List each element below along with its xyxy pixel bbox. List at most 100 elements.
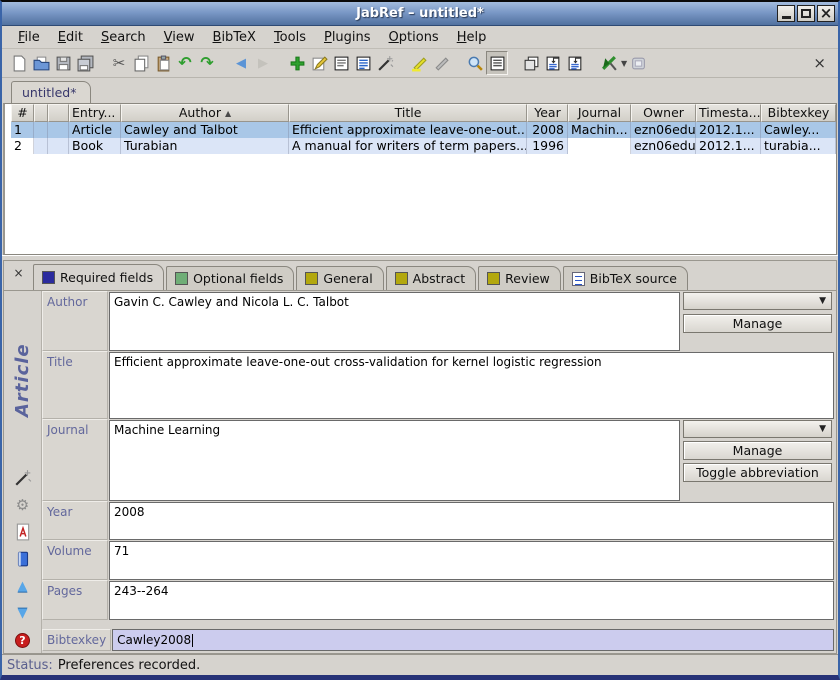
gear-icon[interactable]: ⚙ bbox=[14, 496, 32, 514]
minimize-button[interactable] bbox=[777, 5, 795, 22]
cell-number[interactable]: 2 bbox=[11, 138, 34, 154]
column-header-author[interactable]: Author ▲ bbox=[121, 104, 289, 122]
volume-field[interactable]: 71 bbox=[109, 541, 834, 580]
help-icon[interactable]: ? bbox=[14, 631, 32, 649]
forward-icon[interactable]: ▶ bbox=[252, 51, 274, 75]
cleanup-wand-icon[interactable] bbox=[374, 51, 396, 75]
tab-bibtex-source[interactable]: BibTeX source bbox=[563, 266, 688, 290]
author-name-format-combobox[interactable]: ▼ bbox=[683, 292, 832, 310]
table-row-2[interactable]: 2 Book Turabian A manual for writers of … bbox=[11, 138, 836, 154]
column-header-timestamp[interactable]: Timesta... bbox=[696, 104, 761, 122]
menu-view[interactable]: View bbox=[156, 28, 203, 47]
pdf-icon[interactable] bbox=[14, 523, 32, 541]
cell-journal[interactable] bbox=[568, 138, 631, 154]
edit-entry-icon[interactable] bbox=[308, 51, 330, 75]
toggle-abbreviation-button[interactable]: Toggle abbreviation bbox=[683, 463, 832, 482]
menu-search[interactable]: Search bbox=[93, 28, 154, 47]
cell-title[interactable]: A manual for writers of term papers... bbox=[289, 138, 527, 154]
cell-year[interactable]: 1996 bbox=[527, 138, 568, 154]
import-into-database-icon[interactable] bbox=[564, 51, 586, 75]
edit-strings-icon[interactable] bbox=[352, 51, 374, 75]
paste-icon[interactable] bbox=[152, 51, 174, 75]
cell-year[interactable]: 2008 bbox=[527, 122, 568, 138]
cell-author[interactable]: Cawley and Talbot bbox=[121, 122, 289, 138]
preview-entry-icon[interactable] bbox=[330, 51, 352, 75]
column-header-icon1[interactable] bbox=[34, 104, 48, 122]
close-button[interactable]: × bbox=[817, 5, 835, 22]
new-database-icon[interactable] bbox=[8, 51, 30, 75]
cell-bibtexkey[interactable]: Cawley... bbox=[761, 122, 836, 138]
new-entry-icon[interactable] bbox=[286, 51, 308, 75]
column-header-year[interactable]: Year bbox=[527, 104, 568, 122]
cell-author[interactable]: Turabian bbox=[121, 138, 289, 154]
menu-help[interactable]: Help bbox=[449, 28, 495, 47]
cell-icon1[interactable] bbox=[34, 122, 48, 138]
undo-icon[interactable]: ↶ bbox=[174, 51, 196, 75]
maximize-button[interactable] bbox=[797, 5, 815, 22]
pages-field[interactable]: 243--264 bbox=[109, 581, 834, 620]
copy-icon[interactable] bbox=[130, 51, 152, 75]
tab-required-fields[interactable]: Required fields bbox=[33, 264, 164, 290]
column-header-owner[interactable]: Owner bbox=[631, 104, 696, 122]
database-tab-untitled[interactable]: untitled* bbox=[11, 81, 91, 103]
cell-number[interactable]: 1 bbox=[11, 122, 34, 138]
export-icon[interactable] bbox=[627, 51, 649, 75]
cell-owner[interactable]: ezn06edu bbox=[631, 122, 696, 138]
autogenerate-wand-icon[interactable] bbox=[14, 469, 32, 487]
cell-icon2[interactable] bbox=[48, 122, 69, 138]
previous-entry-icon[interactable]: ▲ bbox=[14, 577, 32, 595]
menu-bibtex[interactable]: BibTeX bbox=[205, 28, 264, 47]
menu-options[interactable]: Options bbox=[381, 28, 447, 47]
cell-journal[interactable]: Machin... bbox=[568, 122, 631, 138]
search-icon[interactable] bbox=[464, 51, 486, 75]
menu-file[interactable]: File bbox=[10, 28, 48, 47]
column-header-title[interactable]: Title bbox=[289, 104, 527, 122]
cell-owner[interactable]: ezn06edu bbox=[631, 138, 696, 154]
author-manage-button[interactable]: Manage bbox=[683, 314, 832, 333]
author-field[interactable]: Gavin C. Cawley and Nicola L. C. Talbot bbox=[109, 292, 680, 351]
bibtexkey-field[interactable]: Cawley2008 bbox=[112, 629, 834, 651]
cut-icon[interactable]: ✂ bbox=[108, 51, 130, 75]
redo-icon[interactable]: ↷ bbox=[196, 51, 218, 75]
cell-entrytype[interactable]: Book bbox=[69, 138, 121, 154]
tab-review[interactable]: Review bbox=[478, 266, 561, 290]
save-database-icon[interactable] bbox=[52, 51, 74, 75]
cell-icon2[interactable] bbox=[48, 138, 69, 154]
menu-tools[interactable]: Tools bbox=[266, 28, 314, 47]
column-header-number[interactable]: # bbox=[11, 104, 34, 122]
column-header-bibtexkey[interactable]: Bibtexkey bbox=[761, 104, 836, 122]
next-entry-icon[interactable]: ▼ bbox=[14, 604, 32, 622]
editor-close-button[interactable]: × bbox=[10, 265, 27, 281]
push-to-lyx-icon[interactable] bbox=[598, 51, 620, 75]
cell-timestamp[interactable]: 2012.1... bbox=[696, 122, 761, 138]
cell-timestamp[interactable]: 2012.1... bbox=[696, 138, 761, 154]
new-from-plain-text-icon[interactable] bbox=[542, 51, 564, 75]
year-field[interactable]: 2008 bbox=[109, 502, 834, 540]
column-header-icon2[interactable] bbox=[48, 104, 69, 122]
menu-edit[interactable]: Edit bbox=[50, 28, 91, 47]
column-header-entrytype[interactable]: Entry... bbox=[69, 104, 121, 122]
sidepane-close-icon[interactable]: × bbox=[813, 54, 826, 72]
mark-entries-icon[interactable] bbox=[408, 51, 430, 75]
doi-book-icon[interactable] bbox=[14, 550, 32, 568]
table-row-1[interactable]: 1 Article Cawley and Talbot Efficient ap… bbox=[11, 122, 836, 138]
cell-title[interactable]: Efficient approximate leave-one-out... bbox=[289, 122, 527, 138]
column-header-journal[interactable]: Journal bbox=[568, 104, 631, 122]
journal-combobox[interactable]: ▼ bbox=[683, 420, 832, 438]
cell-bibtexkey[interactable]: turabia... bbox=[761, 138, 836, 154]
toggle-preview-icon[interactable] bbox=[486, 51, 508, 75]
tab-abstract[interactable]: Abstract bbox=[386, 266, 476, 290]
open-database-icon[interactable] bbox=[30, 51, 52, 75]
journal-manage-button[interactable]: Manage bbox=[683, 441, 832, 460]
cell-entrytype[interactable]: Article bbox=[69, 122, 121, 138]
unmark-entries-icon[interactable] bbox=[430, 51, 452, 75]
menu-plugins[interactable]: Plugins bbox=[316, 28, 379, 47]
back-icon[interactable]: ◀ bbox=[230, 51, 252, 75]
journal-field[interactable]: Machine Learning bbox=[109, 420, 680, 501]
tab-optional-fields[interactable]: Optional fields bbox=[166, 266, 294, 290]
save-all-icon[interactable] bbox=[74, 51, 96, 75]
cell-icon1[interactable] bbox=[34, 138, 48, 154]
tab-general[interactable]: General bbox=[296, 266, 383, 290]
title-field[interactable]: Efficient approximate leave-one-out cros… bbox=[109, 352, 834, 419]
duplicate-entry-icon[interactable] bbox=[520, 51, 542, 75]
